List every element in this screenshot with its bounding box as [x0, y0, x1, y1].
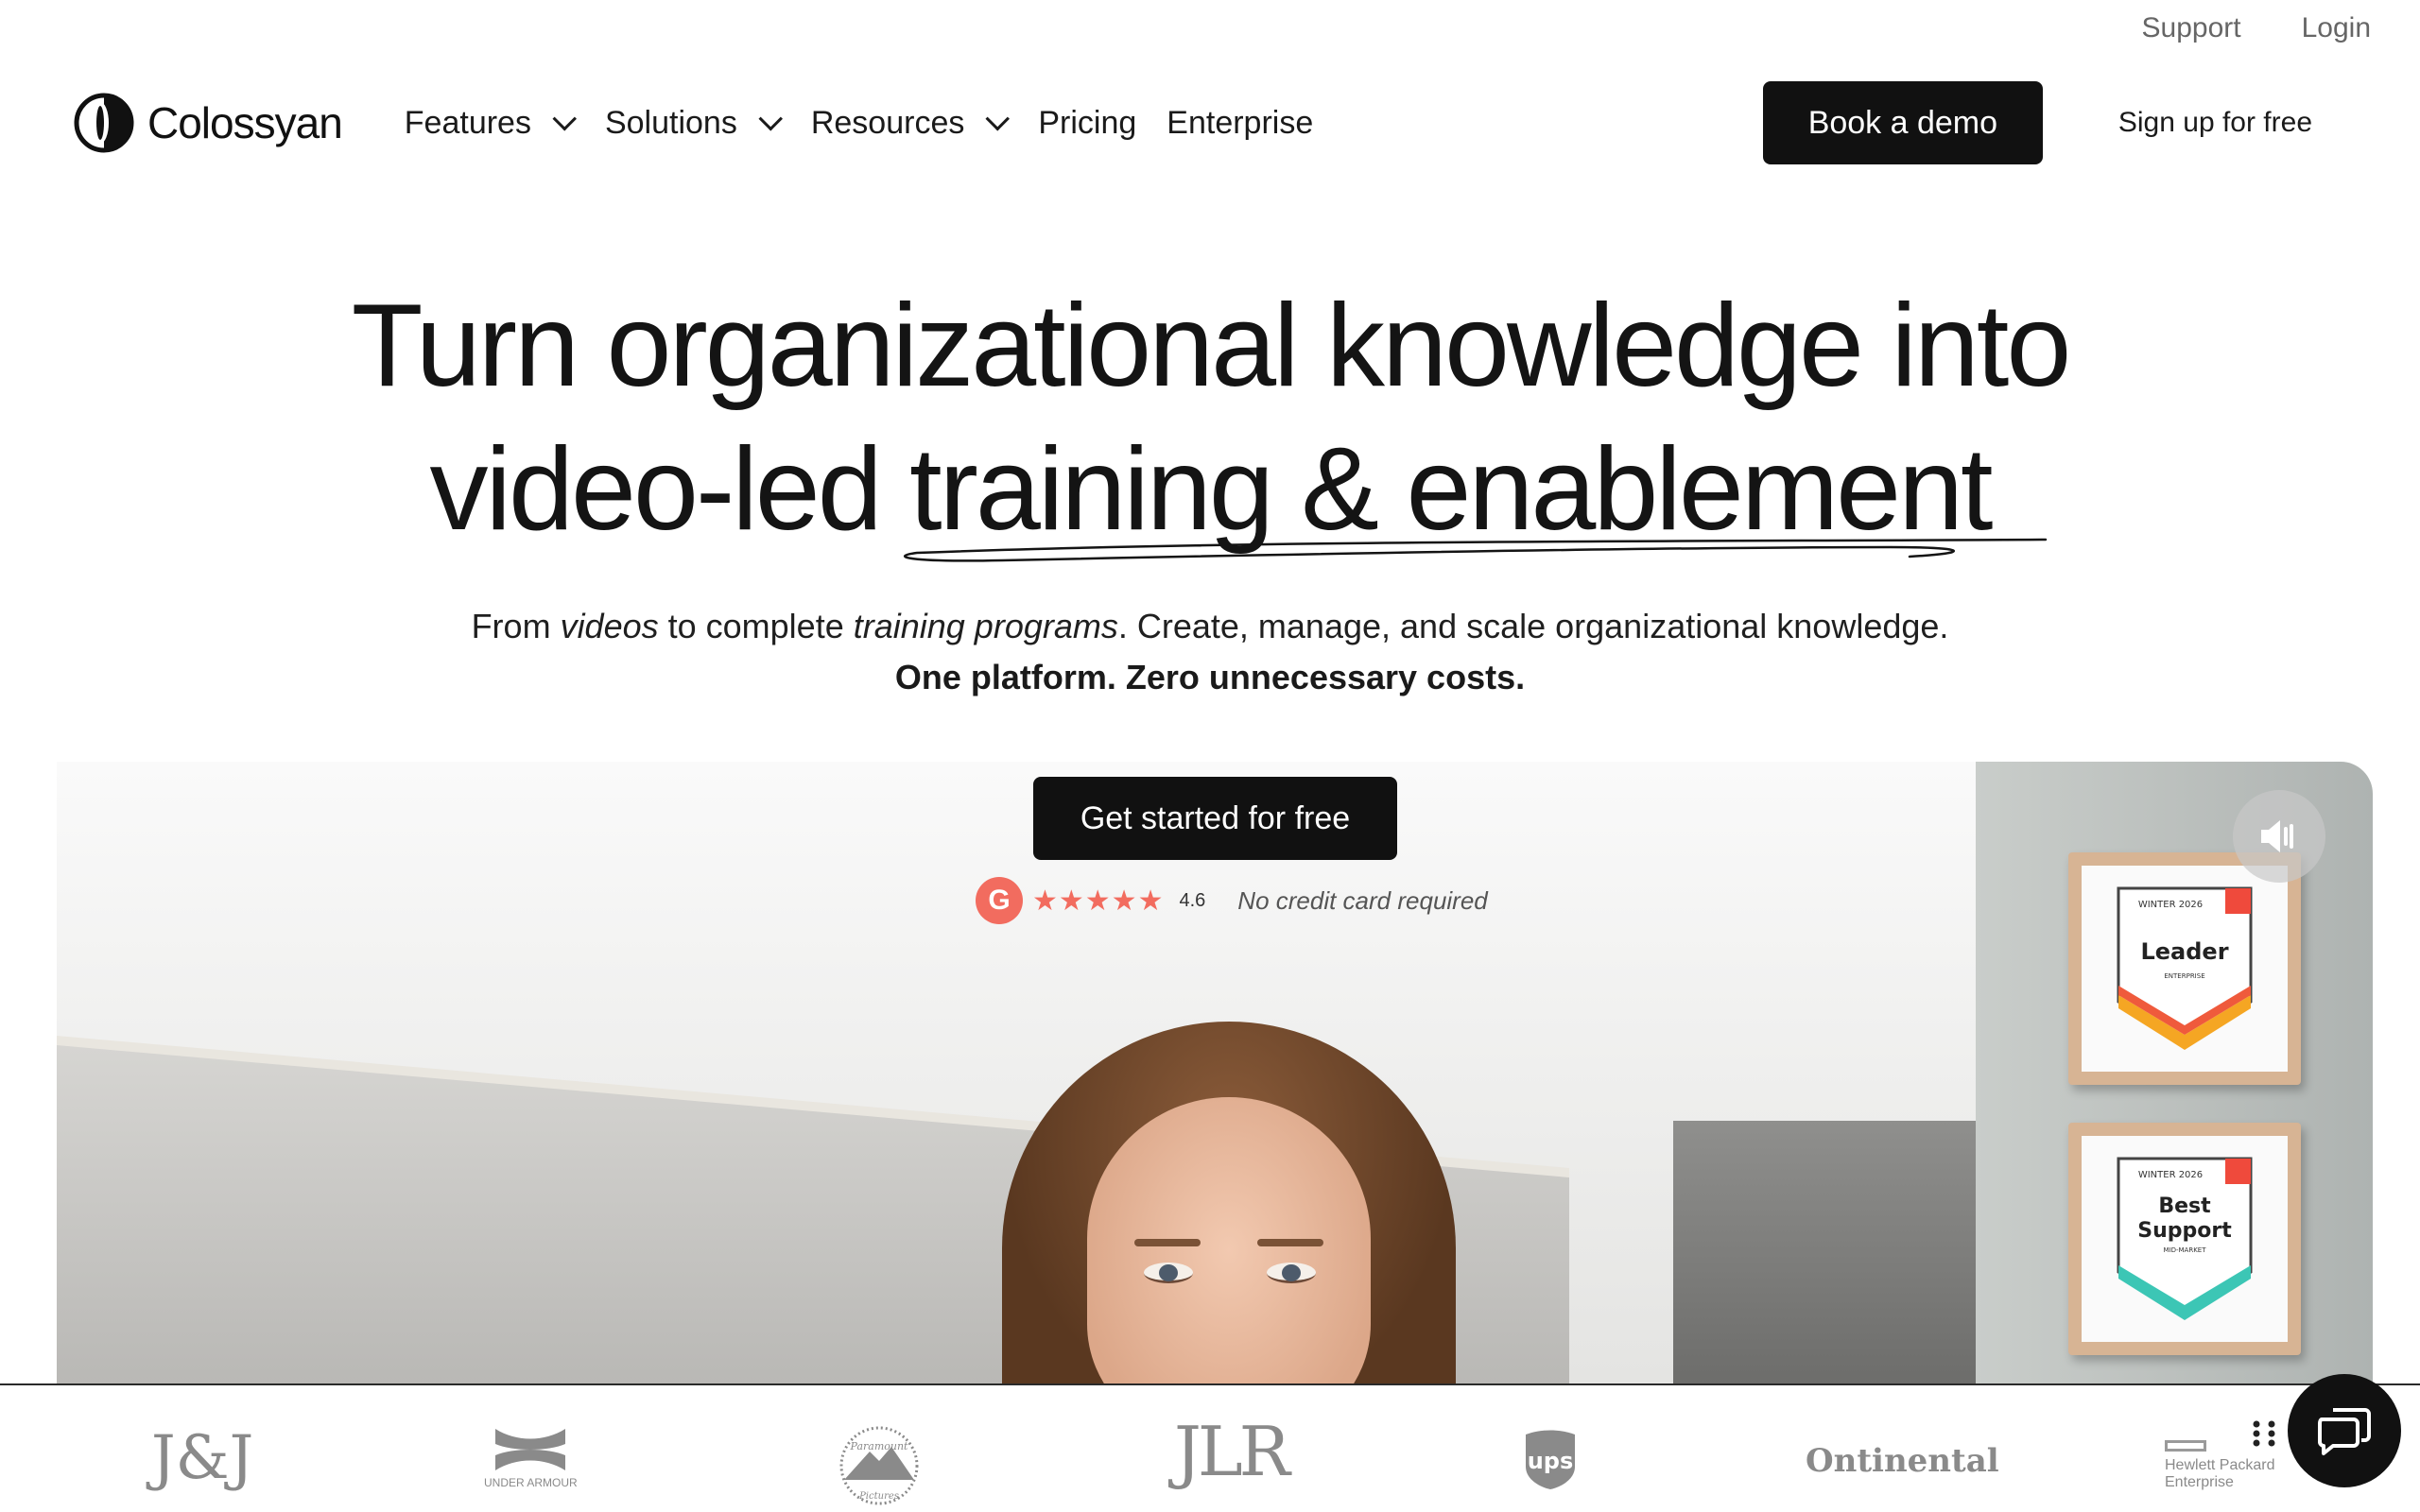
ups-shield-icon: ups	[1526, 1430, 1575, 1489]
sub-programs: training programs	[853, 607, 1118, 645]
get-started-button[interactable]: Get started for free	[1033, 777, 1397, 860]
badge-card: WINTER 2026 Best Support MID-MARKET	[2082, 1136, 2288, 1342]
paramount-subtext: Pictures	[858, 1491, 899, 1502]
nav-solutions[interactable]: Solutions	[604, 104, 783, 142]
badge2-season: WINTER 2026	[2138, 1170, 2203, 1180]
left-brow	[1134, 1239, 1201, 1246]
badge1-segment: ENTERPRISE	[2164, 972, 2204, 980]
paramount-logo: Paramount Pictures	[827, 1423, 931, 1508]
sub-to: to complete	[658, 607, 854, 645]
under-armour-icon	[495, 1429, 566, 1470]
badge1-season: WINTER 2026	[2138, 900, 2203, 910]
g2-best-support-badge: WINTER 2026 Best Support MID-MARKET	[2068, 1123, 2301, 1355]
nav-resources-label: Resources	[810, 104, 965, 141]
left-eye	[1144, 1263, 1193, 1283]
paramount-text: Paramount	[850, 1440, 909, 1452]
hero-title-line1: Turn organizational knowledge into	[351, 281, 2072, 411]
no-credit-card-note: No credit card required	[1237, 885, 1488, 915]
handdrawn-underline	[904, 538, 2048, 562]
background-wall	[1673, 1121, 1976, 1383]
utility-bar: Support Login	[2142, 0, 2420, 57]
speaker-muted-icon	[2261, 820, 2293, 852]
jlr-logo: JLR	[1174, 1412, 1290, 1491]
g2-leader-badge: WINTER 2026 Leader ENTERPRISE	[2068, 852, 2301, 1085]
rating-stars: ★★★★★	[1032, 885, 1165, 917]
nav-pricing[interactable]: Pricing	[1038, 105, 1136, 142]
presenter-face	[1087, 1097, 1371, 1383]
shield-icon: WINTER 2026 Leader ENTERPRISE	[2117, 886, 2253, 1050]
paramount-mountain-icon: Paramount Pictures	[839, 1426, 919, 1505]
chat-bubbles-icon	[2318, 1408, 2371, 1455]
hpe-text-1: Hewlett Packard	[2165, 1457, 2275, 1473]
hero-title-line2a: video-led	[429, 424, 910, 555]
drag-handle-icon[interactable]	[2252, 1419, 2276, 1448]
mute-button[interactable]	[2233, 790, 2325, 883]
hpe-logo: Hewlett Packard Enterprise	[2165, 1440, 2275, 1491]
ups-text: ups	[1528, 1448, 1574, 1474]
brand-logo[interactable]: Colossyan	[72, 93, 343, 153]
right-brow	[1257, 1239, 1323, 1246]
main-nav: Colossyan Features Solutions Resources P…	[72, 79, 2348, 166]
badge2-title-a: Best	[2158, 1194, 2211, 1218]
under-armour-text: UNDER ARMOUR	[484, 1476, 578, 1489]
sub-videos: videos	[560, 607, 659, 645]
g2-rating: G ★★★★★ 4.6 No credit card required	[976, 877, 1488, 924]
nav-resources[interactable]: Resources	[810, 104, 1011, 142]
signup-link[interactable]: Sign up for free	[2118, 107, 2312, 139]
hero-tagline: One platform. Zero unnecessary costs.	[894, 658, 1526, 696]
support-link[interactable]: Support	[2142, 12, 2241, 44]
nav-actions: Book a demo Sign up for free	[1762, 81, 2348, 164]
badge1-title: Leader	[2140, 938, 2228, 965]
g2-logo-icon: G	[976, 877, 1023, 924]
hpe-rectangle-icon	[2165, 1440, 2206, 1452]
ups-logo: ups	[1522, 1429, 1579, 1491]
badge-card: WINTER 2026 Leader ENTERPRISE	[2082, 866, 2288, 1072]
continental-logo: Ontinental	[1806, 1442, 1999, 1480]
chevron-down-icon	[985, 107, 1011, 131]
sub-rest: . Create, manage, and scale organization…	[1117, 607, 1949, 645]
shield-icon: WINTER 2026 Best Support MID-MARKET	[2117, 1157, 2253, 1320]
nav-enterprise[interactable]: Enterprise	[1167, 105, 1313, 142]
chevron-down-icon	[552, 107, 577, 131]
nav-features[interactable]: Features	[404, 104, 577, 142]
hpe-text-2: Enterprise	[2165, 1474, 2234, 1490]
nav-solutions-label: Solutions	[604, 104, 737, 141]
hero-title: Turn organizational knowledge into video…	[0, 274, 2420, 561]
badge2-title-b: Support	[2137, 1219, 2232, 1243]
sub-from: From	[471, 607, 561, 645]
nav-menu: Features Solutions Resources Pricing Ent…	[405, 105, 1313, 142]
customer-logos: J&J UNDER ARMOUR Paramount Pictures JLR …	[0, 1383, 2420, 1512]
login-link[interactable]: Login	[2302, 12, 2371, 44]
brand-name: Colossyan	[147, 98, 343, 147]
chat-button[interactable]	[2288, 1374, 2401, 1487]
nav-features-label: Features	[404, 104, 531, 141]
under-armour-logo: UNDER ARMOUR	[484, 1423, 578, 1489]
presenter-avatar	[1002, 1022, 1456, 1383]
right-eye	[1267, 1263, 1316, 1283]
book-demo-button[interactable]: Book a demo	[1762, 81, 2043, 164]
rating-score: 4.6	[1179, 889, 1206, 911]
jnj-logo: J&J	[151, 1423, 254, 1493]
badge2-segment: MID-MARKET	[2163, 1246, 2206, 1254]
colossyan-logo-icon	[72, 93, 140, 153]
hero-subtitle: From videos to complete training program…	[0, 601, 2420, 652]
chevron-down-icon	[758, 107, 783, 131]
